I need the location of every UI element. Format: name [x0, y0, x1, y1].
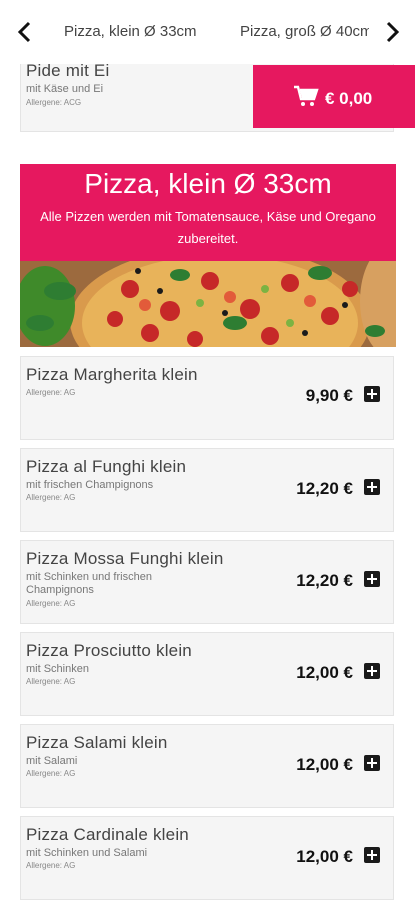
plus-icon[interactable] — [364, 479, 380, 495]
item-description: mit Schinken und frischen Champignons — [26, 571, 152, 596]
tab-pizza-klein[interactable]: Pizza, klein Ø 33cm — [64, 23, 197, 40]
cart-button[interactable]: € 0,00 — [253, 65, 415, 128]
item-name: Pizza al Funghi klein — [26, 457, 187, 476]
pizza-banner-image — [20, 261, 396, 347]
item-price: 9,90 € — [305, 386, 353, 405]
item-allergen: Allergene: ACG — [26, 98, 82, 107]
chevron-left-icon[interactable] — [10, 18, 38, 46]
item-price: 12,00 € — [296, 755, 353, 774]
list-item[interactable]: Pizza Prosciutto klein mit Schinken Alle… — [20, 632, 394, 716]
category-header: Pizza, klein Ø 33cm Alle Pizzen werden m… — [20, 164, 396, 261]
item-name: Pizza Prosciutto klein — [26, 641, 192, 660]
tab-pizza-gross[interactable]: Pizza, groß Ø 40cm — [240, 23, 369, 40]
item-description: mit Salami — [26, 755, 78, 767]
cart-icon — [293, 85, 319, 112]
list-item[interactable]: Pizza Salami klein mit Salami Allergene:… — [20, 724, 394, 808]
list-item[interactable]: Pizza Mossa Funghi klein mit Schinken un… — [20, 540, 394, 624]
cart-total: € 0,00 — [325, 89, 373, 108]
plus-icon[interactable] — [364, 571, 380, 587]
plus-icon[interactable] — [364, 847, 380, 863]
item-description: mit Schinken — [26, 663, 89, 675]
item-allergen: Allergene: AG — [26, 388, 76, 397]
item-name: Pizza Margherita klein — [26, 365, 198, 384]
category-nav: Pizza, klein Ø 33cm Pizza, groß Ø 40cm — [0, 0, 415, 64]
item-price: 12,00 € — [296, 847, 353, 866]
item-allergen: Allergene: AG — [26, 769, 76, 778]
item-name: Pizza Mossa Funghi klein — [26, 549, 224, 568]
list-item[interactable]: Pizza al Funghi klein mit frischen Champ… — [20, 448, 394, 532]
item-allergen: Allergene: AG — [26, 599, 76, 608]
item-allergen: Allergene: AG — [26, 861, 76, 870]
item-description: mit frischen Champignons — [26, 479, 154, 491]
item-description: mit Käse und Ei — [26, 83, 104, 95]
chevron-right-icon[interactable] — [379, 18, 407, 46]
item-price: 12,00 € — [296, 663, 353, 682]
plus-icon[interactable] — [364, 386, 380, 402]
item-name: Pide mit Ei — [26, 61, 110, 80]
item-description: mit Schinken und Salami — [26, 847, 148, 859]
category-tabs: Pizza, klein Ø 33cm Pizza, groß Ø 40cm — [46, 0, 369, 64]
category-title: Pizza, klein Ø 33cm — [84, 168, 332, 199]
plus-icon[interactable] — [364, 755, 380, 771]
item-allergen: Allergene: AG — [26, 677, 76, 686]
item-allergen: Allergene: AG — [26, 493, 76, 502]
item-name: Pizza Salami klein — [26, 733, 168, 752]
item-price: 12,20 € — [296, 479, 353, 498]
plus-icon[interactable] — [364, 663, 380, 679]
list-item[interactable]: Pizza Cardinale klein mit Schinken und S… — [20, 816, 394, 900]
item-price: 12,20 € — [296, 571, 353, 590]
category-subtitle: Alle Pizzen werden mit Tomatensauce, Käs… — [40, 209, 376, 246]
list-item[interactable]: Pizza Margherita klein Allergene: AG 9,9… — [20, 356, 394, 440]
item-name: Pizza Cardinale klein — [26, 825, 189, 844]
